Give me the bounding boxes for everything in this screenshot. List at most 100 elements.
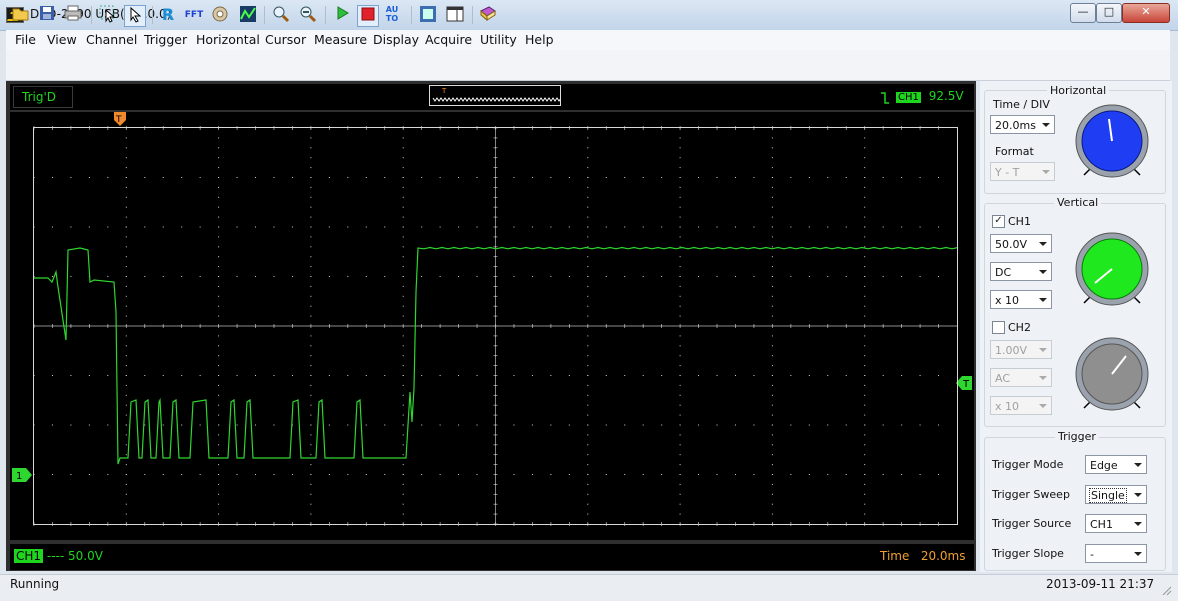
menu-utility[interactable]: Utility (480, 32, 517, 47)
trigger-source-label: Trigger Source (992, 517, 1072, 530)
pointer-icon[interactable] (124, 5, 146, 27)
reference-icon[interactable]: R (158, 5, 178, 25)
resize-grip[interactable] (1160, 584, 1172, 596)
book-icon[interactable] (478, 5, 498, 25)
ch2-volts-select[interactable]: 1.00V (990, 340, 1052, 359)
ch2-checkbox[interactable] (992, 321, 1005, 334)
toolbar-separator (411, 6, 412, 24)
control-panel: Horizontal Time / DIV 20.0ms Format Y - … (980, 81, 1172, 572)
menu-file[interactable]: File (15, 32, 36, 47)
zoom-out-icon[interactable] (298, 5, 318, 25)
stop-icon[interactable] (357, 5, 379, 27)
ch1-scale-channel: CH1 (14, 549, 44, 563)
status-datetime: 2013-09-11 21:37 (1046, 577, 1155, 591)
graticule-border (33, 127, 958, 525)
trigger-source-select[interactable]: CH1 (1085, 514, 1147, 533)
run-icon[interactable] (332, 5, 352, 25)
persist-icon[interactable] (238, 5, 258, 25)
zoom-window-icon[interactable] (418, 5, 438, 25)
ch1-scale-value: 50.0V (68, 549, 103, 563)
minimize-button[interactable]: — (1070, 3, 1096, 23)
ch1-ground-marker[interactable]: 1 (12, 468, 32, 482)
menu-cursor[interactable]: Cursor (265, 32, 306, 47)
math-icon[interactable] (210, 5, 230, 25)
horizontal-title: Horizontal (1047, 84, 1110, 97)
maximize-button[interactable]: □ (1096, 3, 1122, 23)
time-div-label: Time / DIV (993, 98, 1050, 111)
trigger-sweep-select[interactable]: Single (1085, 485, 1147, 504)
fft-icon[interactable]: FFT (184, 5, 204, 25)
timebase-value: 20.0ms (920, 549, 966, 563)
close-button[interactable]: ✕ (1122, 3, 1170, 23)
ch1-checkbox[interactable]: ✓ (992, 215, 1005, 228)
menu-trigger[interactable]: Trigger (144, 32, 187, 47)
memory-trigger-marker: T (441, 87, 447, 95)
print-icon[interactable] (63, 5, 83, 25)
ch1-coupling-value: DC (995, 266, 1012, 279)
trigger-mode-select[interactable]: Edge (1085, 455, 1147, 474)
trigger-channel: CH1 (896, 92, 921, 103)
menu-channel[interactable]: Channel (86, 32, 137, 47)
trigger-sweep-value: Single (1089, 488, 1127, 503)
vertical-title: Vertical (1054, 196, 1102, 209)
trigger-info: CH1 92.5V (880, 86, 970, 106)
format-select[interactable]: Y - T (990, 162, 1055, 181)
time-div-value: 20.0ms (995, 119, 1036, 132)
save-icon[interactable] (37, 5, 57, 25)
format-label: Format (995, 145, 1034, 158)
menu-horizontal[interactable]: Horizontal (196, 32, 260, 47)
time-div-select[interactable]: 20.0ms (990, 115, 1055, 134)
toolbar-separator (264, 6, 265, 24)
trigger-slope-label: Trigger Slope (992, 547, 1064, 560)
ch2-label: CH2 (1008, 321, 1031, 334)
trigger-level: 92.5V (928, 89, 964, 103)
ch2-volts-value: 1.00V (995, 344, 1028, 357)
trigger-title: Trigger (1055, 430, 1099, 443)
display-icon[interactable] (445, 5, 465, 25)
trigger-slope-value: - (1090, 548, 1094, 561)
zoom-in-icon[interactable] (271, 5, 291, 25)
menu-display[interactable]: Display (373, 32, 419, 47)
toolbar (6, 50, 1170, 81)
timebase-label: Time (880, 549, 910, 563)
ch2-vertical-knob[interactable] (1074, 336, 1150, 416)
trigger-position-marker[interactable]: T (114, 112, 126, 126)
menu-measure[interactable]: Measure (314, 32, 367, 47)
ch1-volts-value: 50.0V (995, 238, 1028, 251)
menu-view[interactable]: View (47, 32, 77, 47)
trigger-mode-value: Edge (1090, 459, 1118, 472)
scope-bottom-info-bar (10, 544, 974, 570)
menu-acquire[interactable]: Acquire (425, 32, 472, 47)
format-value: Y - T (995, 166, 1020, 179)
trigger-status: Trig'D (13, 86, 73, 108)
open-icon[interactable] (11, 5, 31, 25)
toolbar-separator (152, 6, 153, 24)
trigger-level-marker[interactable]: T (956, 376, 972, 390)
ch1-scale-readout: CH1 ---- 50.0V (14, 549, 103, 563)
select-icon[interactable] (98, 5, 118, 25)
status-bar (0, 574, 1178, 601)
ch2-coupling-select[interactable]: AC (990, 368, 1052, 387)
status-text: Running (10, 577, 60, 591)
toolbar-separator (325, 6, 326, 24)
memory-overview[interactable]: T (429, 85, 562, 106)
trigger-slope-select[interactable]: - (1085, 544, 1147, 563)
ch1-volts-select[interactable]: 50.0V (990, 234, 1052, 253)
toolbar-separator (472, 6, 473, 24)
ch1-probe-value: x 10 (995, 294, 1020, 307)
ch2-probe-value: x 10 (995, 400, 1020, 413)
toolbar-separator (91, 6, 92, 24)
trigger-sweep-label: Trigger Sweep (992, 488, 1070, 501)
ch2-probe-select[interactable]: x 10 (990, 396, 1052, 415)
ch1-probe-select[interactable]: x 10 (990, 290, 1052, 309)
auto-icon[interactable]: AUTO (385, 5, 399, 25)
horizontal-knob[interactable] (1074, 103, 1150, 183)
timebase-readout: Time 20.0ms (880, 548, 966, 564)
ch1-ground-label: 1 (16, 471, 22, 482)
trigger-position-label: T (115, 115, 122, 125)
ch1-label: CH1 (1008, 215, 1031, 228)
ch1-vertical-knob[interactable] (1074, 231, 1150, 311)
menu-help[interactable]: Help (525, 32, 554, 47)
ch1-coupling-select[interactable]: DC (990, 262, 1052, 281)
trigger-source-value: CH1 (1090, 518, 1113, 531)
